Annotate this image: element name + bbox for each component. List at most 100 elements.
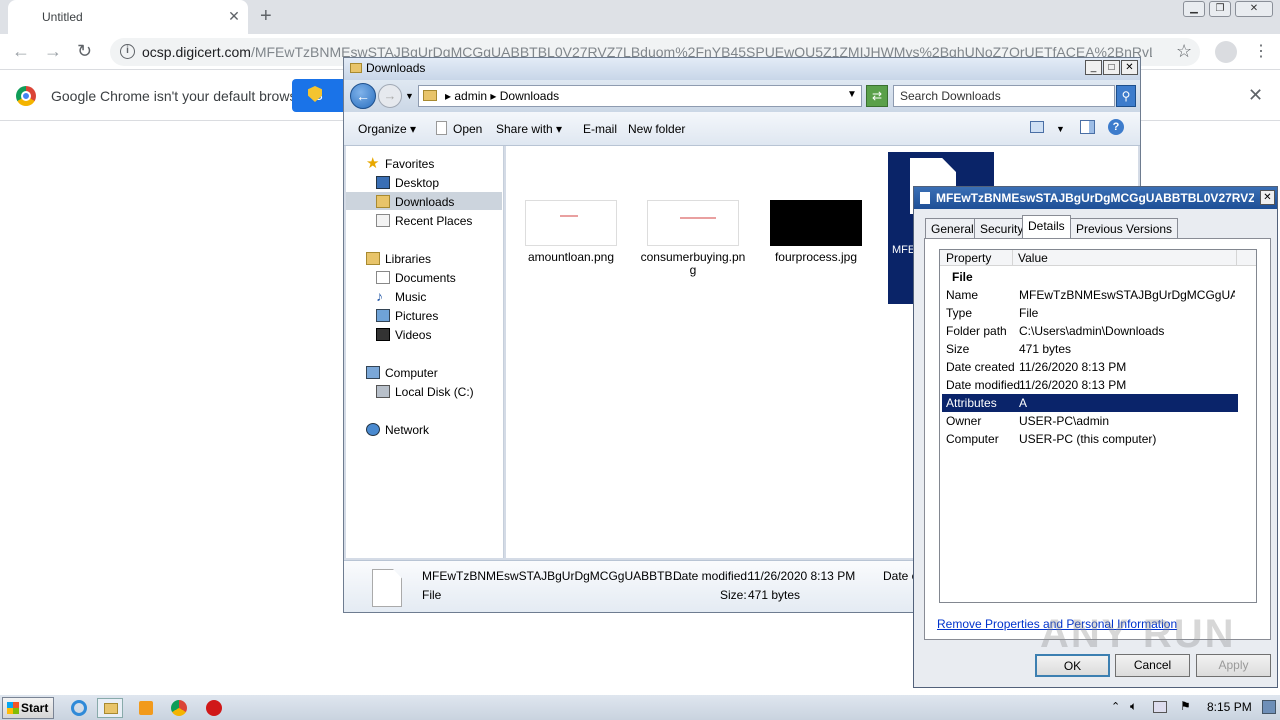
- property-row[interactable]: Computer USER-PC (this computer): [942, 430, 1238, 448]
- explorer-close-button[interactable]: ✕: [1121, 60, 1138, 75]
- start-button[interactable]: Start: [2, 697, 54, 719]
- file-name: consumerbuying.png: [640, 250, 746, 277]
- explorer-taskbar-icon[interactable]: [97, 698, 123, 718]
- menu-dots-icon[interactable]: ⋮: [1253, 41, 1269, 61]
- nav-documents[interactable]: Documents: [346, 269, 502, 287]
- forward-arrow-icon[interactable]: →: [378, 84, 402, 108]
- email-button[interactable]: E-mail: [583, 122, 617, 136]
- reload-icon[interactable]: ↻: [77, 41, 92, 62]
- nav-favorites[interactable]: ★ Favorites: [346, 155, 502, 173]
- organize-label: Organize: [358, 122, 407, 136]
- profile-avatar[interactable]: [1215, 41, 1237, 63]
- videos-icon: [376, 328, 390, 341]
- apply-button[interactable]: Apply: [1196, 654, 1271, 677]
- col-property[interactable]: Property: [946, 251, 991, 265]
- cancel-button[interactable]: Cancel: [1115, 654, 1190, 677]
- info-icon[interactable]: i: [120, 44, 135, 59]
- property-row[interactable]: Date created 11/26/2020 8:13 PM: [942, 358, 1238, 376]
- views-dropdown-icon[interactable]: ▼: [1056, 124, 1065, 134]
- infobar-close-icon[interactable]: ✕: [1248, 85, 1263, 106]
- explorer-address-row: ← → ▼ ▸ admin ▸ Downloads ▼ ⇄ Search Dow…: [344, 80, 1140, 112]
- clock[interactable]: 8:15 PM: [1207, 700, 1252, 714]
- nav-computer[interactable]: Computer: [346, 364, 502, 382]
- volume-icon[interactable]: 🔈︎: [1130, 699, 1137, 714]
- views-icon[interactable]: [1030, 121, 1044, 133]
- show-desktop-button[interactable]: [1262, 700, 1276, 714]
- property-row[interactable]: Name MFEwTzBNMEswSTAJBgUrDgMCGgUAB...: [942, 286, 1238, 304]
- browser-tab[interactable]: Untitled ✕: [8, 0, 248, 34]
- nav-libraries[interactable]: Libraries: [346, 250, 502, 268]
- nav-videos-label: Videos: [395, 328, 432, 342]
- nav-music[interactable]: ♪ Music: [346, 288, 502, 306]
- details-date-modified-label: Date modified:: [673, 569, 751, 583]
- restore-button[interactable]: ❐: [1209, 1, 1231, 17]
- property-value: USER-PC (this computer): [1019, 432, 1157, 446]
- open-button[interactable]: Open: [453, 122, 482, 136]
- nav-documents-label: Documents: [395, 271, 456, 285]
- history-dropdown-icon[interactable]: ▼: [405, 91, 414, 101]
- tab-details[interactable]: Details: [1022, 215, 1071, 239]
- ok-button[interactable]: OK: [1035, 654, 1110, 677]
- nav-desktop[interactable]: Desktop: [346, 174, 502, 192]
- new-tab-button[interactable]: +: [260, 5, 272, 28]
- properties-titlebar[interactable]: MFEwTzBNMEswSTAJBgUrDgMCGgUABBTBL0V27RVZ…: [914, 187, 1277, 209]
- explorer-maximize-button[interactable]: □: [1103, 60, 1120, 75]
- nav-pictures[interactable]: Pictures: [346, 307, 502, 325]
- breadcrumb-downloads[interactable]: Downloads: [500, 89, 559, 103]
- tab-previous-versions[interactable]: Previous Versions: [1070, 218, 1179, 238]
- details-filename: MFEwTzBNMEswSTAJBgUrDgMCGgUABBTB...: [422, 569, 683, 583]
- new-folder-button[interactable]: New folder: [628, 122, 685, 136]
- network-tray-icon[interactable]: [1153, 701, 1167, 713]
- bookmark-star-icon[interactable]: ☆: [1176, 41, 1192, 62]
- breadcrumb: ▸ admin ▸ Downloads: [445, 89, 560, 103]
- nav-network[interactable]: Network: [346, 421, 502, 439]
- nav-music-label: Music: [395, 290, 427, 304]
- search-input[interactable]: Search Downloads: [893, 85, 1115, 107]
- file-item-consumerbuying[interactable]: consumerbuying.png: [638, 200, 748, 277]
- property-row[interactable]: Folder path C:\Users\admin\Downloads: [942, 322, 1238, 340]
- close-window-button[interactable]: ✕: [1235, 1, 1273, 17]
- nav-videos[interactable]: Videos: [346, 326, 502, 344]
- share-with-label: Share with: [496, 122, 553, 136]
- properties-close-button[interactable]: ✕: [1260, 190, 1275, 205]
- property-row[interactable]: Owner USER-PC\admin: [942, 412, 1238, 430]
- tab-close-icon[interactable]: ✕: [226, 8, 242, 25]
- show-hidden-icons-icon[interactable]: ⌃: [1111, 700, 1120, 713]
- nav-pictures-label: Pictures: [395, 309, 439, 323]
- share-with-button[interactable]: Share with ▾: [496, 122, 562, 136]
- tab-general[interactable]: General: [925, 218, 980, 238]
- refresh-icon[interactable]: ⇄: [866, 85, 888, 107]
- help-icon[interactable]: ?: [1108, 119, 1124, 135]
- organize-button[interactable]: Organize ▾: [358, 122, 416, 136]
- media-player-icon[interactable]: [133, 698, 159, 718]
- taskbar: Start ⌃ 🔈︎ ⚑ 8:15 PM: [0, 694, 1280, 720]
- nav-recent-places[interactable]: Recent Places: [346, 212, 502, 230]
- action-center-flag-icon[interactable]: ⚑: [1180, 699, 1191, 713]
- col-value[interactable]: Value: [1018, 251, 1048, 265]
- search-icon[interactable]: ⚲: [1116, 85, 1136, 107]
- search-placeholder: Search Downloads: [900, 89, 1001, 103]
- property-value: MFEwTzBNMEswSTAJBgUrDgMCGgUAB...: [1019, 288, 1235, 302]
- nav-local-disk[interactable]: Local Disk (C:): [346, 383, 502, 401]
- nav-downloads[interactable]: Downloads: [346, 193, 502, 211]
- property-row[interactable]: Attributes A: [942, 394, 1238, 412]
- explorer-minimize-button[interactable]: _: [1085, 60, 1102, 75]
- explorer-address-bar[interactable]: ▸ admin ▸ Downloads ▼: [418, 85, 862, 107]
- property-row[interactable]: Size 471 bytes: [942, 340, 1238, 358]
- back-arrow-icon[interactable]: ←: [350, 83, 376, 109]
- file-item-fourprocess[interactable]: fourprocess.jpg: [761, 200, 871, 264]
- property-row[interactable]: Type File: [942, 304, 1238, 322]
- forward-icon[interactable]: →: [44, 41, 62, 62]
- property-row[interactable]: Date modified 11/26/2020 8:13 PM: [942, 376, 1238, 394]
- stop-icon[interactable]: [201, 698, 227, 718]
- command-bar: Organize ▾ Open Share with ▾ E-mail New …: [344, 112, 1140, 146]
- file-item-amountloan[interactable]: amountloan.png: [516, 200, 626, 264]
- address-dropdown-icon[interactable]: ▼: [847, 89, 857, 100]
- preview-pane-icon[interactable]: [1080, 120, 1095, 134]
- breadcrumb-admin[interactable]: admin: [454, 89, 487, 103]
- minimize-button[interactable]: ▁: [1183, 1, 1205, 17]
- back-icon[interactable]: ←: [12, 41, 30, 62]
- ie-icon[interactable]: [66, 698, 92, 718]
- chrome-taskbar-icon[interactable]: [166, 698, 192, 718]
- explorer-titlebar[interactable]: Downloads _ □ ✕: [344, 58, 1140, 80]
